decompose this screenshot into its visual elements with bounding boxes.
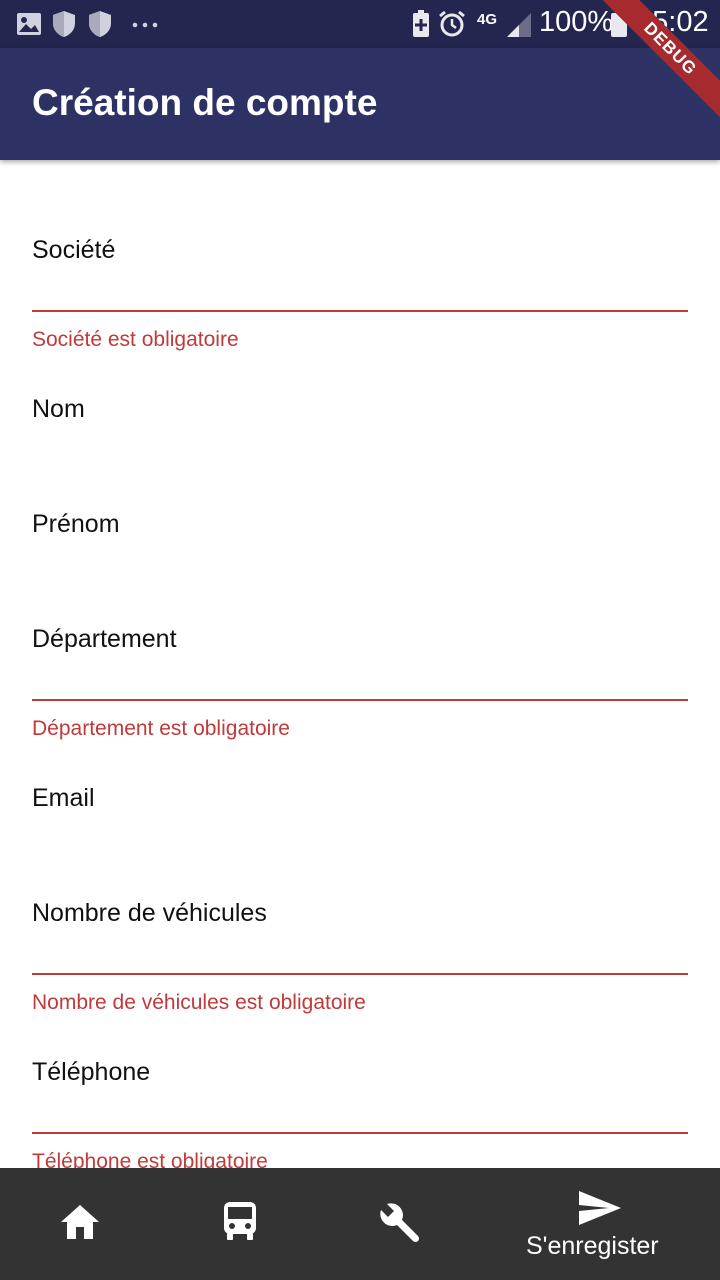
field-nom[interactable]: Nom	[32, 395, 692, 467]
field-departement[interactable]: Département Département est obligatoire	[32, 625, 692, 745]
more-dots-icon	[132, 22, 158, 28]
departement-input[interactable]	[32, 625, 692, 697]
field-prenom[interactable]: Prénom	[32, 510, 692, 582]
debug-banner: DEBUG	[570, 0, 720, 150]
debug-label: DEBUG	[597, 0, 720, 122]
field-telephone[interactable]: Téléphone Téléphone est obligatoire	[32, 1058, 692, 1168]
field-underline	[32, 973, 688, 975]
field-underline	[32, 1132, 688, 1134]
image-icon	[17, 13, 41, 35]
home-icon	[61, 1205, 99, 1239]
field-error: Téléphone est obligatoire	[32, 1150, 268, 1168]
field-underline	[32, 699, 688, 701]
field-error: Département est obligatoire	[32, 717, 290, 740]
bus-icon	[224, 1202, 256, 1240]
battery-saver-icon	[413, 10, 429, 37]
send-icon	[579, 1191, 621, 1225]
field-email[interactable]: Email	[32, 784, 692, 856]
bus-button[interactable]	[180, 1168, 300, 1280]
field-underline	[32, 310, 688, 312]
email-input[interactable]	[32, 784, 692, 856]
nombre-vehicules-input[interactable]	[32, 899, 692, 971]
field-error: Société est obligatoire	[32, 328, 239, 351]
telephone-input[interactable]	[32, 1058, 692, 1130]
shield-icon	[53, 11, 75, 37]
settings-button[interactable]	[340, 1168, 460, 1280]
home-button[interactable]	[20, 1168, 140, 1280]
register-label: S'enregister	[526, 1232, 659, 1260]
field-societe[interactable]: Société Société est obligatoire	[32, 236, 692, 356]
signal-icon	[507, 13, 531, 37]
alarm-icon	[439, 10, 465, 37]
wrench-icon	[380, 1203, 420, 1243]
network-type: 4G	[477, 11, 498, 28]
field-error: Nombre de véhicules est obligatoire	[32, 991, 366, 1014]
prenom-input[interactable]	[32, 510, 692, 582]
field-nombre-vehicules[interactable]: Nombre de véhicules Nombre de véhicules …	[32, 899, 692, 1019]
societe-input[interactable]	[32, 236, 692, 308]
register-button[interactable]: S'enregister	[510, 1168, 690, 1280]
bottom-nav-bar: S'enregister	[0, 1168, 720, 1280]
registration-form: Société Société est obligatoire Nom Prén…	[0, 160, 720, 1168]
nom-input[interactable]	[32, 395, 692, 467]
page-title: Création de compte	[32, 82, 378, 123]
shield-icon	[89, 11, 111, 37]
